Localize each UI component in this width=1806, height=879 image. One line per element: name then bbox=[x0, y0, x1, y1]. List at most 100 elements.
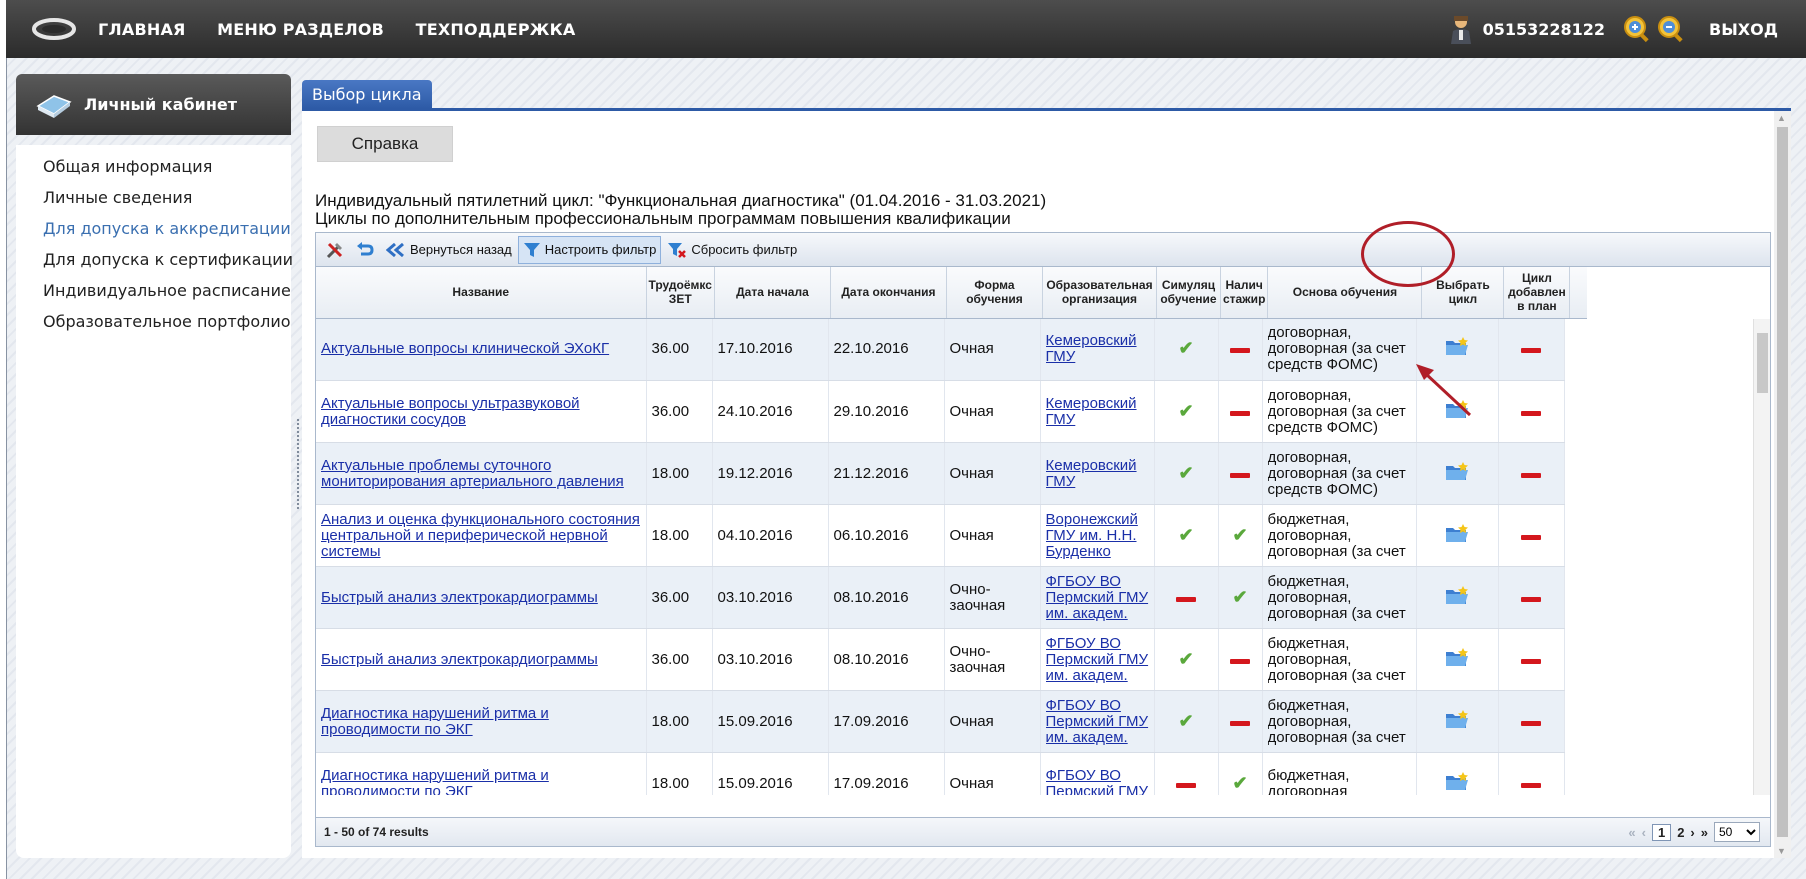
minus-icon bbox=[1521, 410, 1541, 416]
col-organization[interactable]: Образовательная организация bbox=[1042, 267, 1157, 319]
col-name[interactable]: Название bbox=[316, 267, 647, 319]
check-icon: ✔ bbox=[1178, 462, 1194, 483]
internship-cell: ✔ bbox=[1218, 504, 1263, 567]
grid-scrollbar-thumb[interactable] bbox=[1757, 333, 1768, 393]
tab-cycle-selection[interactable]: Выбор цикла bbox=[302, 80, 432, 109]
col-start-date[interactable]: Дата начала bbox=[714, 267, 831, 319]
col-added-to-plan[interactable]: Цикл добавлен в план bbox=[1503, 267, 1571, 319]
table-row[interactable]: Актуальные вопросы ультразвуковой диагно… bbox=[316, 380, 1565, 443]
check-icon: ✔ bbox=[1232, 772, 1248, 793]
sidebar-item-general-info[interactable]: Общая информация bbox=[16, 151, 291, 182]
sidebar-item-accreditation[interactable]: Для допуска к аккредитации bbox=[16, 213, 291, 244]
zet-cell: 18.00 bbox=[646, 690, 713, 753]
select-cycle-folder-icon[interactable] bbox=[1444, 771, 1470, 795]
organization-link[interactable]: ФГБОУ ВО Пермский ГМУ bbox=[1046, 768, 1149, 795]
set-filter-button[interactable]: Настроить фильтр bbox=[517, 235, 662, 264]
table-row[interactable]: Актуальные проблемы суточного мониториро… bbox=[316, 442, 1565, 505]
basis-cell: договорная, договорная (за счет средств … bbox=[1267, 325, 1406, 374]
page-scrollbar-thumb[interactable] bbox=[1777, 127, 1788, 837]
table-row[interactable]: Диагностика нарушений ритма и проводимос… bbox=[316, 690, 1565, 753]
organization-link[interactable]: Кемеровский ГМУ bbox=[1046, 333, 1149, 365]
organization-link[interactable]: ФГБОУ ВО Пермский ГМУ им. академ. bbox=[1046, 636, 1149, 684]
cycle-name-link[interactable]: Актуальные вопросы ультразвуковой диагно… bbox=[321, 395, 580, 428]
page-size-select[interactable]: 50 bbox=[1714, 822, 1760, 842]
organization-link[interactable]: Кемеровский ГМУ bbox=[1046, 396, 1149, 428]
cycle-name-link[interactable]: Анализ и оценка функционального состояни… bbox=[321, 511, 640, 560]
panel-splitter[interactable] bbox=[296, 418, 300, 510]
results-summary: 1 - 50 of 74 results bbox=[324, 825, 429, 839]
zet-cell: 36.00 bbox=[646, 318, 713, 381]
minus-icon bbox=[1521, 472, 1541, 478]
cycle-name-link[interactable]: Быстрый анализ электрокардиограммы bbox=[321, 589, 598, 606]
sidebar-item-portfolio[interactable]: Образовательное портфолио bbox=[16, 306, 291, 337]
table-row[interactable]: Диагностика нарушений ритма и проводимос… bbox=[316, 752, 1565, 795]
col-internship[interactable]: Налич стажир bbox=[1220, 267, 1269, 319]
nav-sections-menu[interactable]: МЕНЮ РАЗДЕЛОВ bbox=[217, 20, 384, 39]
sidebar-item-schedule[interactable]: Индивидуальное расписание bbox=[16, 275, 291, 306]
select-cycle-folder-icon[interactable] bbox=[1444, 647, 1470, 673]
sidebar-menu: Общая информация Личные сведения Для доп… bbox=[16, 145, 293, 858]
organization-link[interactable]: ФГБОУ ВО Пермский ГМУ им. академ. bbox=[1046, 574, 1149, 622]
minus-icon bbox=[1176, 596, 1196, 602]
internship-cell bbox=[1218, 628, 1263, 691]
scroll-down-icon[interactable]: ▼ bbox=[1777, 846, 1786, 856]
pager: 1 - 50 of 74 results « ‹ 1 2 › » 50 bbox=[316, 817, 1770, 846]
cycles-grid: Вернуться назад Настроить фильтр Сбросит… bbox=[315, 232, 1771, 847]
current-page[interactable]: 1 bbox=[1651, 823, 1672, 841]
cycle-name-link[interactable]: Быстрый анализ электрокардиограммы bbox=[321, 651, 598, 668]
cycle-name-link[interactable]: Актуальные проблемы суточного мониториро… bbox=[321, 457, 624, 490]
organization-link[interactable]: Воронежский ГМУ им. Н.Н. Бурденко bbox=[1046, 512, 1149, 560]
col-zet[interactable]: Трудоёмкс ЗЕТ bbox=[646, 267, 715, 319]
basis-cell: бюджетная, договорная bbox=[1267, 767, 1350, 795]
internship-cell bbox=[1218, 690, 1263, 753]
logout-link[interactable]: ВЫХОД bbox=[1709, 20, 1778, 39]
table-row[interactable]: Актуальные вопросы клинической ЭХоКГ 36.0… bbox=[316, 318, 1565, 381]
back-button[interactable]: Вернуться назад bbox=[382, 236, 516, 264]
nav-home[interactable]: ГЛАВНАЯ bbox=[98, 20, 186, 39]
select-cycle-folder-icon[interactable] bbox=[1444, 461, 1470, 487]
internship-cell: ✔ bbox=[1218, 566, 1263, 629]
col-simulation[interactable]: Симуляц обучение bbox=[1156, 267, 1221, 319]
cycle-name-link[interactable]: Диагностика нарушений ритма и проводимос… bbox=[321, 767, 549, 795]
tools-icon[interactable] bbox=[322, 237, 348, 263]
prev-page-button[interactable]: ‹ bbox=[1642, 825, 1646, 840]
reset-filter-button[interactable]: Сбросить фильтр bbox=[663, 236, 801, 264]
zoom-out-icon[interactable] bbox=[1657, 15, 1685, 43]
first-page-button[interactable]: « bbox=[1628, 825, 1635, 840]
grid-body: Актуальные вопросы клинической ЭХоКГ 36.0… bbox=[316, 318, 1770, 795]
basis-cell: бюджетная, договорная, договорная (за сч… bbox=[1267, 697, 1406, 746]
filter-icon bbox=[523, 242, 540, 257]
col-form[interactable]: Форма обучения bbox=[946, 267, 1043, 319]
col-end-date[interactable]: Дата окончания bbox=[830, 267, 947, 319]
organization-link[interactable]: Кемеровский ГМУ bbox=[1046, 458, 1149, 490]
select-cycle-folder-icon[interactable] bbox=[1444, 709, 1470, 735]
cycle-name-link[interactable]: Диагностика нарушений ритма и проводимос… bbox=[321, 705, 549, 738]
undo-icon[interactable] bbox=[352, 237, 378, 263]
internship-cell bbox=[1218, 380, 1263, 443]
nav-support[interactable]: ТЕХПОДДЕРЖКА bbox=[416, 20, 576, 39]
select-cycle-folder-icon[interactable] bbox=[1444, 585, 1470, 611]
sidebar-item-personal-data[interactable]: Личные сведения bbox=[16, 182, 291, 213]
grid-scrollbar[interactable] bbox=[1753, 319, 1770, 795]
organization-link[interactable]: ФГБОУ ВО Пермский ГМУ им. академ. bbox=[1046, 698, 1149, 746]
table-row[interactable]: Быстрый анализ электрокардиограммы 36.00 0… bbox=[316, 628, 1565, 691]
help-button[interactable]: Справка bbox=[317, 126, 453, 162]
sidebar-item-certification[interactable]: Для допуска к сертификации bbox=[16, 244, 293, 275]
table-row[interactable]: Анализ и оценка функционального состояни… bbox=[316, 504, 1565, 567]
added-to-plan-cell bbox=[1498, 628, 1565, 691]
scroll-up-icon[interactable]: ▲ bbox=[1777, 113, 1786, 123]
simulation-cell: ✔ bbox=[1154, 504, 1219, 567]
table-row[interactable]: Быстрый анализ электрокардиограммы 36.00 0… bbox=[316, 566, 1565, 629]
added-to-plan-cell bbox=[1498, 380, 1565, 443]
end-date-cell: 22.10.2016 bbox=[828, 318, 945, 381]
page-scrollbar[interactable]: ▲ ▼ bbox=[1774, 111, 1791, 858]
simulation-cell: ✔ bbox=[1154, 318, 1219, 381]
added-to-plan-cell bbox=[1498, 752, 1565, 795]
zoom-in-icon[interactable] bbox=[1623, 15, 1651, 43]
next-page-button[interactable]: › bbox=[1690, 825, 1694, 840]
cycle-name-link[interactable]: Актуальные вопросы клинической ЭХоКГ bbox=[321, 340, 609, 357]
select-cycle-folder-icon[interactable] bbox=[1444, 523, 1470, 549]
page-2-link[interactable]: 2 bbox=[1677, 825, 1684, 840]
last-page-button[interactable]: » bbox=[1701, 825, 1708, 840]
start-date-cell: 15.09.2016 bbox=[712, 690, 829, 753]
